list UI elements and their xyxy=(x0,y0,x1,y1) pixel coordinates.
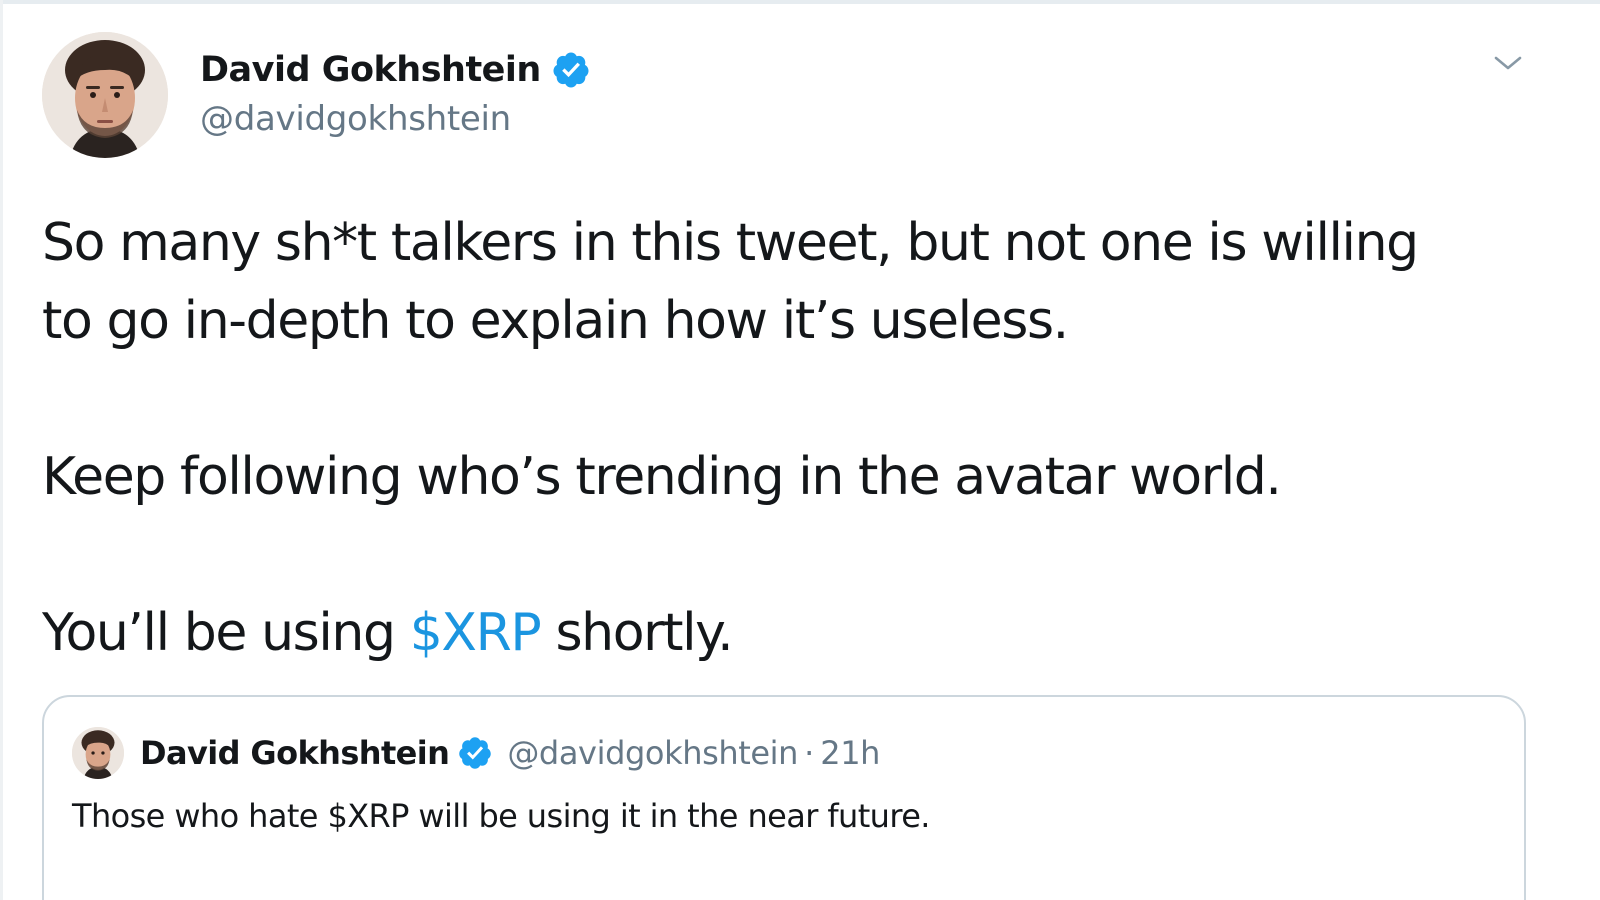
chevron-down-icon[interactable] xyxy=(1490,48,1526,78)
quoted-tweet-timestamp[interactable]: 21h xyxy=(820,734,880,772)
author-display-name[interactable]: David Gokhshtein xyxy=(200,50,541,90)
verified-badge-icon xyxy=(459,737,492,769)
tweet-text-line-3: Keep following who’s trending in the ava… xyxy=(42,447,1282,507)
quoted-author-avatar[interactable] xyxy=(72,727,124,779)
quoted-tweet-card[interactable]: David Gokhshtein @davidgokhshtein · 21h … xyxy=(42,695,1526,900)
tweet-text-line-1: So many sh*t talkers in this tweet, but … xyxy=(42,213,1419,273)
quoted-author-handle[interactable]: @davidgokhshtein xyxy=(507,734,798,772)
left-divider xyxy=(0,0,3,900)
tweet-text-line-4: You’ll be using $XRP shortly. xyxy=(42,594,734,672)
tweet-text-line-2: to go in-depth to explain how it’s usele… xyxy=(42,291,1069,351)
author-name-row[interactable]: David Gokhshtein xyxy=(200,48,591,92)
quoted-author-display-name[interactable]: David Gokhshtein xyxy=(140,734,450,772)
quoted-tweet-header: David Gokhshtein @davidgokhshtein · 21h xyxy=(140,729,880,777)
verified-badge-icon xyxy=(553,52,589,88)
avatar-photo-icon xyxy=(42,32,168,158)
author-avatar[interactable] xyxy=(42,32,168,158)
top-divider xyxy=(0,0,1600,4)
tweet-text-after-cashtag: shortly. xyxy=(540,603,733,663)
cashtag-link[interactable]: $XRP xyxy=(410,603,542,663)
separator-dot: · xyxy=(804,734,815,772)
quoted-tweet-text: Those who hate $XRP will be using it in … xyxy=(72,797,930,835)
tweet-text-before-cashtag: You’ll be using xyxy=(42,603,410,663)
author-handle[interactable]: @davidgokhshtein xyxy=(200,99,511,139)
tweet-page: David Gokhshtein @davidgokhshtein So man… xyxy=(0,0,1600,900)
avatar-photo-icon xyxy=(72,727,124,779)
